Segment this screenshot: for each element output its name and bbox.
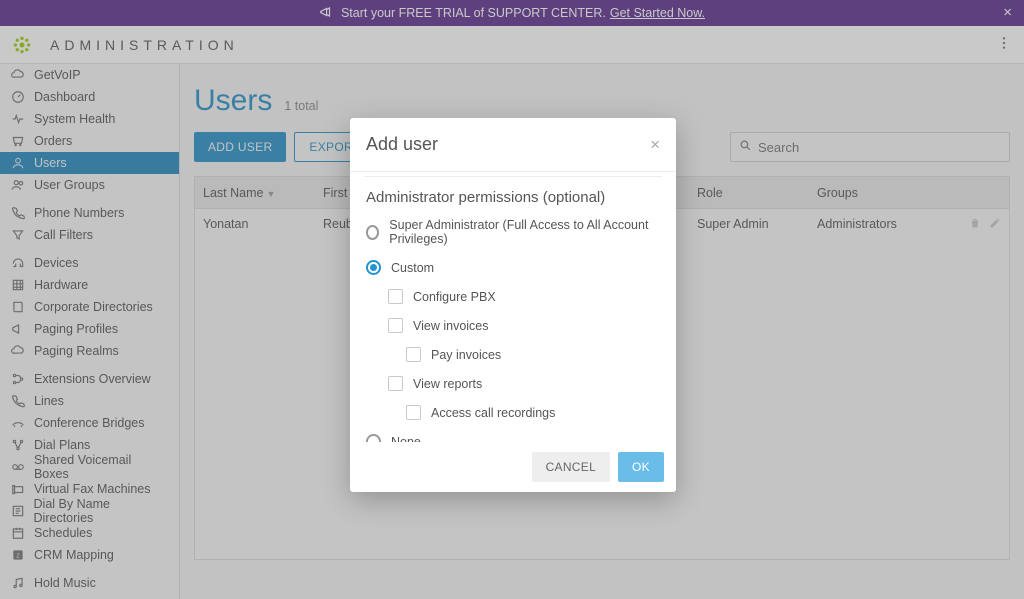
radio-icon[interactable] — [366, 225, 379, 240]
radio-none[interactable]: None — [366, 434, 660, 442]
close-icon[interactable]: × — [650, 135, 660, 155]
modal-header: Add user × — [350, 118, 676, 172]
checkbox-icon[interactable] — [406, 347, 421, 362]
check-configure-pbx[interactable]: Configure PBX — [388, 289, 660, 304]
ok-button[interactable]: OK — [618, 452, 664, 482]
checkbox-icon[interactable] — [388, 376, 403, 391]
check-view-invoices[interactable]: View invoices — [388, 318, 660, 333]
check-label: View invoices — [413, 319, 489, 333]
check-label: Pay invoices — [431, 348, 501, 362]
cancel-button[interactable]: CANCEL — [532, 452, 610, 482]
radio-icon[interactable] — [366, 260, 381, 275]
modal-title: Add user — [366, 134, 438, 155]
modal-body: Administrator permissions (optional) Sup… — [350, 172, 676, 442]
check-label: View reports — [413, 377, 482, 391]
radio-icon[interactable] — [366, 434, 381, 442]
radio-label: Custom — [391, 261, 434, 275]
check-access-recordings[interactable]: Access call recordings — [406, 405, 660, 420]
check-label: Configure PBX — [413, 290, 496, 304]
checkbox-icon[interactable] — [388, 318, 403, 333]
check-view-reports[interactable]: View reports — [388, 376, 660, 391]
radio-super-admin[interactable]: Super Administrator (Full Access to All … — [366, 218, 660, 246]
check-pay-invoices[interactable]: Pay invoices — [406, 347, 660, 362]
radio-label: None — [391, 435, 421, 443]
check-label: Access call recordings — [431, 406, 555, 420]
checkbox-icon[interactable] — [406, 405, 421, 420]
checkbox-icon[interactable] — [388, 289, 403, 304]
radio-label: Super Administrator (Full Access to All … — [389, 218, 660, 246]
add-user-modal: Add user × Administrator permissions (op… — [350, 118, 676, 492]
permissions-section-title: Administrator permissions (optional) — [366, 185, 660, 206]
radio-custom[interactable]: Custom — [366, 260, 660, 275]
modal-footer: CANCEL OK — [350, 442, 676, 492]
